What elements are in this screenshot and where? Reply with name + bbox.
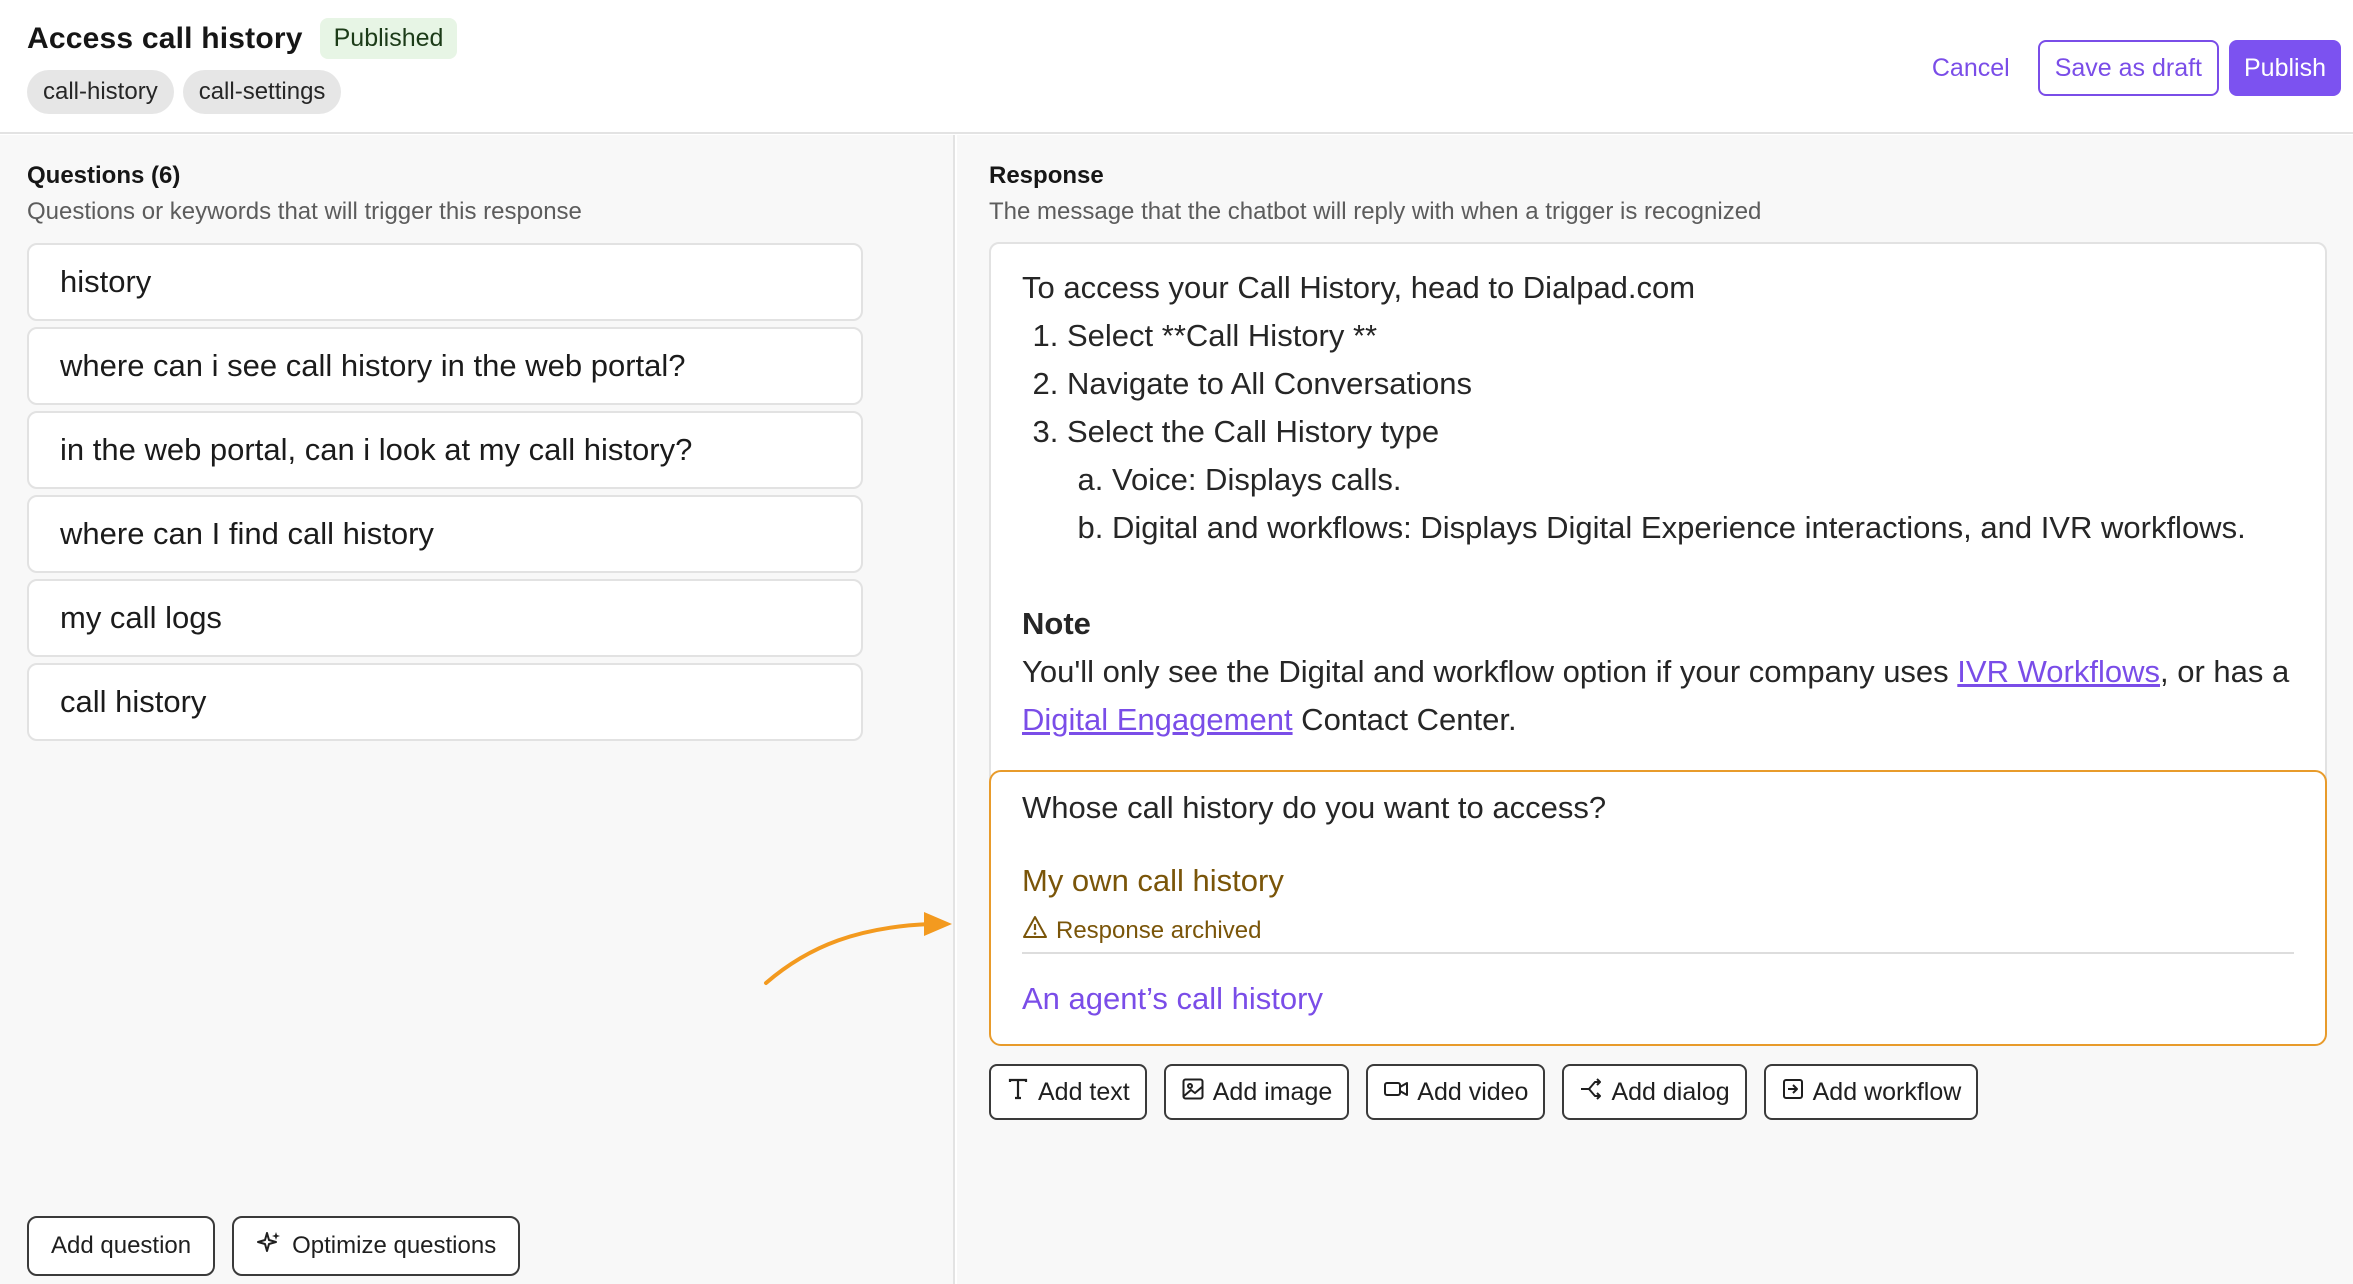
response-substeps: Voice: Displays calls. Digital and workf… [1075, 456, 2294, 552]
add-workflow-button[interactable]: Add workflow [1763, 1064, 1979, 1120]
questions-header: Questions (6) Questions or keywords that… [27, 162, 582, 226]
dialog-option-agent[interactable]: An agent’s call history [1022, 981, 1323, 1017]
response-title: Response [989, 162, 1104, 189]
add-image-button[interactable]: Add image [1163, 1064, 1350, 1120]
option-divider [1022, 952, 2294, 954]
dialog-question: Whose call history do you want to access… [1022, 790, 1607, 825]
add-video-label: Add video [1417, 1077, 1529, 1106]
question-item[interactable]: where can I find call history [27, 495, 863, 573]
add-dialog-label: Add dialog [1611, 1077, 1730, 1106]
note-text-part: , or has a [2159, 654, 2290, 689]
optimize-questions-label: Optimize questions [292, 1232, 497, 1259]
add-image-label: Add image [1212, 1077, 1333, 1106]
archived-notice: Response archived [1022, 915, 1261, 946]
note-title: Note [1022, 606, 1091, 641]
warning-icon [1022, 915, 1048, 946]
note-text-part: Contact Center. [1292, 702, 1517, 737]
question-item[interactable]: my call logs [27, 579, 863, 657]
text-icon [1006, 1077, 1030, 1108]
workflow-icon [1781, 1077, 1805, 1108]
questions-title: Questions (6) [27, 162, 181, 189]
status-badge: Published [319, 18, 458, 59]
response-step: Select the Call History type Voice: Disp… [1067, 408, 2294, 552]
questions-subtitle: Questions or keywords that will trigger … [27, 198, 582, 225]
ivr-workflows-link[interactable]: IVR Workflows [1957, 654, 2160, 689]
note-text: You'll only see the Digital and workflow… [1022, 648, 2294, 744]
add-video-button[interactable]: Add video [1366, 1064, 1546, 1120]
tag-chip[interactable]: call-history [27, 70, 174, 114]
optimize-questions-button[interactable]: Optimize questions [232, 1216, 521, 1276]
image-icon [1181, 1077, 1205, 1108]
response-header: Response The message that the chatbot wi… [989, 162, 1761, 226]
response-step: Select **Call History ** [1067, 312, 2294, 360]
response-subtitle: The message that the chatbot will reply … [989, 198, 1762, 225]
response-intro: To access your Call History, head to Dia… [1022, 270, 1696, 305]
question-item[interactable]: in the web portal, can i look at my call… [27, 411, 863, 489]
question-item[interactable]: history [27, 243, 863, 321]
header-actions: Cancel Save as draft Publish [1914, 40, 2341, 96]
add-question-label: Add question [51, 1232, 192, 1259]
response-step-text: Select the Call History type [1067, 414, 1440, 449]
sparkle-icon [256, 1230, 282, 1263]
question-item[interactable]: call history [27, 663, 863, 741]
response-substep: Digital and workflows: Displays Digital … [1112, 504, 2294, 552]
video-icon [1383, 1077, 1409, 1108]
response-steps: Select **Call History ** Navigate to All… [1030, 312, 2294, 552]
add-text-label: Add text [1038, 1077, 1130, 1106]
question-list: history where can i see call history in … [27, 243, 863, 747]
page-header: Access call history Published call-histo… [0, 0, 2353, 134]
question-item[interactable]: where can i see call history in the web … [27, 327, 863, 405]
add-dialog-button[interactable]: Add dialog [1562, 1064, 1747, 1120]
digital-engagement-link[interactable]: Digital Engagement [1022, 702, 1293, 737]
add-workflow-label: Add workflow [1812, 1077, 1962, 1106]
archived-label: Response archived [1056, 916, 1262, 944]
questions-footer: Add question Optimize questions [27, 1216, 521, 1276]
add-content-toolbar: Add text Add image Add video Add dialog … [989, 1064, 1979, 1120]
callout-arrow [764, 912, 952, 985]
add-question-button[interactable]: Add question [27, 1216, 216, 1276]
add-text-button[interactable]: Add text [989, 1064, 1147, 1120]
save-draft-button[interactable]: Save as draft [2037, 40, 2219, 96]
dialog-option-own[interactable]: My own call history [1022, 863, 1284, 899]
note-text-part: You'll only see the Digital and workflow… [1022, 654, 1958, 689]
response-step: Navigate to All Conversations [1067, 360, 2294, 408]
cancel-button[interactable]: Cancel [1914, 44, 2028, 93]
tag-chip[interactable]: call-settings [182, 70, 342, 114]
dialog-block[interactable]: Whose call history do you want to access… [989, 770, 2327, 1046]
page-title: Access call history [27, 21, 303, 55]
response-substep: Voice: Displays calls. [1112, 456, 2294, 504]
tag-list: call-history call-settings [27, 70, 342, 114]
branch-icon [1579, 1077, 1603, 1108]
title-row: Access call history Published [27, 18, 458, 59]
response-panel: Response The message that the chatbot wi… [957, 135, 2353, 1284]
questions-panel: Questions (6) Questions or keywords that… [0, 135, 955, 1284]
publish-button[interactable]: Publish [2229, 40, 2341, 96]
